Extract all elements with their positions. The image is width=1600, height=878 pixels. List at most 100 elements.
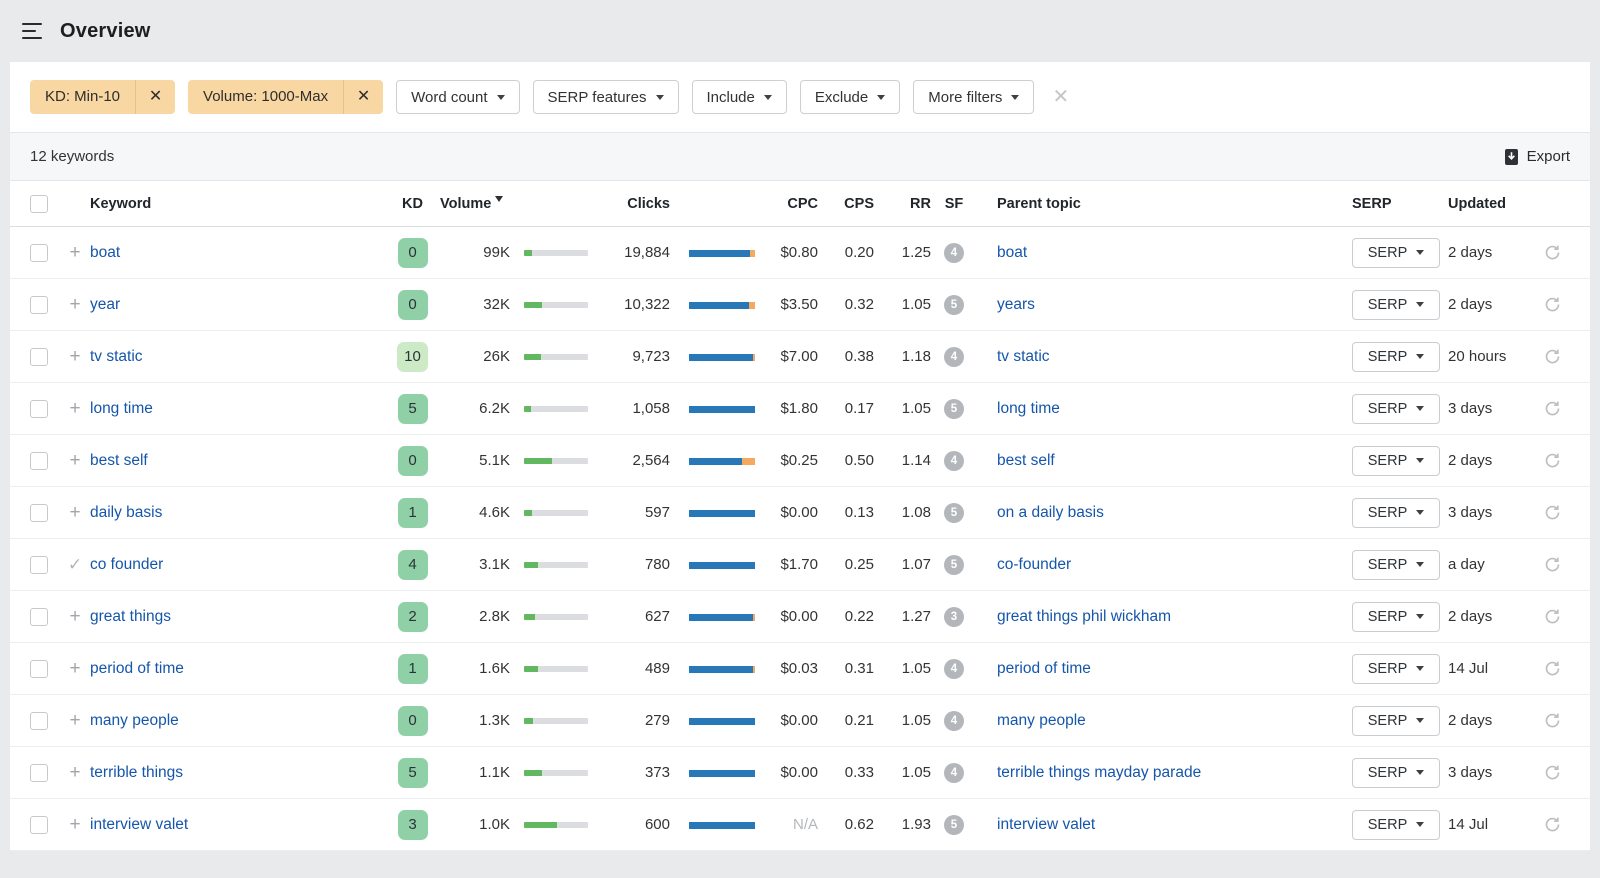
rr-value: 1.14 [901, 452, 931, 469]
clear-all-filters-icon[interactable]: ✕ [1052, 87, 1069, 107]
col-volume[interactable]: Volume [440, 196, 510, 212]
parent-topic-link[interactable]: great things phil wickham [997, 608, 1171, 625]
parent-topic-link[interactable]: best self [997, 452, 1055, 469]
select-all-checkbox[interactable] [30, 194, 48, 213]
parent-topic-link[interactable]: on a daily basis [997, 504, 1104, 521]
keyword-link[interactable]: tv static [90, 348, 143, 365]
add-keyword-icon[interactable]: + [69, 606, 80, 627]
col-keyword[interactable]: Keyword [90, 196, 385, 212]
remove-filter-icon[interactable]: ✕ [135, 80, 175, 114]
add-keyword-icon[interactable]: + [69, 502, 80, 523]
keyword-link[interactable]: best self [90, 452, 148, 469]
row-checkbox[interactable] [30, 347, 48, 366]
col-cps[interactable]: CPS [818, 196, 874, 212]
serp-button[interactable]: SERP [1352, 549, 1440, 580]
refresh-icon[interactable] [1544, 556, 1590, 573]
row-checkbox[interactable] [30, 607, 48, 626]
parent-topic-link[interactable]: long time [997, 400, 1060, 417]
export-download-icon [1504, 148, 1518, 165]
row-checkbox[interactable] [30, 295, 48, 314]
export-button[interactable]: Export [1504, 148, 1570, 166]
clicks-bar [689, 769, 755, 777]
parent-topic-link[interactable]: years [997, 296, 1035, 313]
row-checkbox[interactable] [30, 399, 48, 418]
parent-topic-link[interactable]: interview valet [997, 816, 1095, 833]
col-parent-topic[interactable]: Parent topic [977, 196, 1344, 212]
row-checkbox[interactable] [30, 763, 48, 782]
add-keyword-icon[interactable]: + [69, 450, 80, 471]
refresh-icon[interactable] [1544, 764, 1590, 781]
refresh-icon[interactable] [1544, 452, 1590, 469]
include-dropdown[interactable]: Include [691, 80, 787, 114]
parent-topic-link[interactable]: tv static [997, 348, 1050, 365]
parent-topic-link[interactable]: boat [997, 244, 1027, 261]
add-keyword-icon[interactable]: + [69, 762, 80, 783]
col-rr[interactable]: RR [874, 196, 931, 212]
serp-features-badge: 5 [944, 398, 964, 419]
serp-button[interactable]: SERP [1352, 497, 1440, 528]
col-clicks[interactable]: Clicks [595, 196, 670, 212]
col-sf[interactable]: SF [931, 196, 977, 212]
keyword-link[interactable]: long time [90, 400, 153, 417]
updated-value: 2 days [1448, 608, 1493, 625]
add-keyword-icon[interactable]: + [69, 710, 80, 731]
refresh-icon[interactable] [1544, 660, 1590, 677]
refresh-icon[interactable] [1544, 816, 1590, 833]
row-checkbox[interactable] [30, 711, 48, 730]
remove-filter-icon[interactable]: ✕ [343, 80, 383, 114]
parent-topic-link[interactable]: terrible things mayday parade [997, 764, 1201, 781]
keyword-link[interactable]: terrible things [90, 764, 183, 781]
serp-button[interactable]: SERP [1352, 653, 1440, 684]
add-keyword-icon[interactable]: + [69, 294, 80, 315]
keyword-link[interactable]: daily basis [90, 504, 162, 521]
keyword-link[interactable]: boat [90, 244, 120, 261]
serp-button[interactable]: SERP [1352, 809, 1440, 840]
col-cpc[interactable]: CPC [756, 196, 818, 212]
add-keyword-icon[interactable]: + [69, 346, 80, 367]
parent-topic-link[interactable]: period of time [997, 660, 1091, 677]
refresh-icon[interactable] [1544, 244, 1590, 261]
serp-button[interactable]: SERP [1352, 705, 1440, 736]
parent-topic-link[interactable]: many people [997, 712, 1086, 729]
serp-features-dropdown[interactable]: SERP features [532, 80, 679, 114]
more-filters-dropdown[interactable]: More filters [913, 80, 1035, 114]
word-count-dropdown[interactable]: Word count [396, 80, 520, 114]
keyword-link[interactable]: many people [90, 712, 179, 729]
row-checkbox[interactable] [30, 243, 48, 262]
row-checkbox[interactable] [30, 555, 48, 574]
clicks-value: 489 [644, 660, 670, 677]
serp-button[interactable]: SERP [1352, 237, 1440, 268]
add-keyword-icon[interactable]: + [69, 398, 80, 419]
refresh-icon[interactable] [1544, 348, 1590, 365]
serp-button[interactable]: SERP [1352, 601, 1440, 632]
keyword-link[interactable]: great things [90, 608, 171, 625]
row-checkbox[interactable] [30, 503, 48, 522]
serp-button[interactable]: SERP [1352, 393, 1440, 424]
keyword-link[interactable]: period of time [90, 660, 184, 677]
keyword-link[interactable]: co founder [90, 556, 163, 573]
add-keyword-icon[interactable]: + [69, 814, 80, 835]
add-keyword-icon[interactable]: + [69, 242, 80, 263]
keyword-link[interactable]: year [90, 296, 120, 313]
keyword-link[interactable]: interview valet [90, 816, 188, 833]
refresh-icon[interactable] [1544, 296, 1590, 313]
row-checkbox[interactable] [30, 815, 48, 834]
serp-button[interactable]: SERP [1352, 289, 1440, 320]
cps-value: 0.50 [844, 452, 874, 469]
parent-topic-link[interactable]: co-founder [997, 556, 1071, 573]
serp-button[interactable]: SERP [1352, 757, 1440, 788]
exclude-dropdown[interactable]: Exclude [799, 80, 901, 114]
dropdown-label: SERP features [547, 88, 647, 106]
row-checkbox[interactable] [30, 451, 48, 470]
refresh-icon[interactable] [1544, 608, 1590, 625]
col-kd[interactable]: KD [385, 196, 440, 212]
volume-value: 3.1K [479, 556, 510, 573]
add-keyword-icon[interactable]: + [69, 658, 80, 679]
refresh-icon[interactable] [1544, 712, 1590, 729]
serp-button[interactable]: SERP [1352, 445, 1440, 476]
serp-button[interactable]: SERP [1352, 341, 1440, 372]
hamburger-menu-icon[interactable] [22, 23, 42, 39]
row-checkbox[interactable] [30, 659, 48, 678]
refresh-icon[interactable] [1544, 504, 1590, 521]
refresh-icon[interactable] [1544, 400, 1590, 417]
